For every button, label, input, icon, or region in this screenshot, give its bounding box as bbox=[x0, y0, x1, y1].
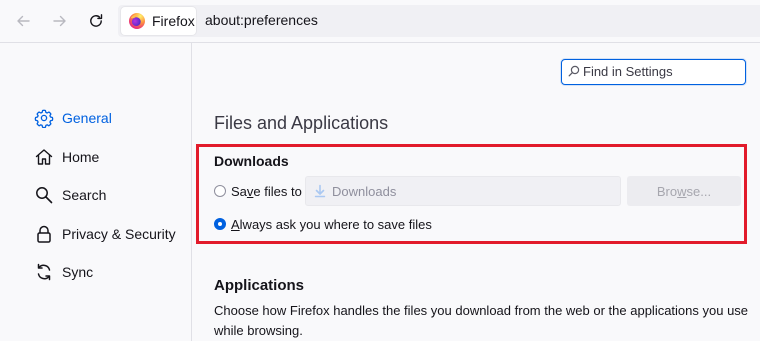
always-ask-label: Always ask you where to save files bbox=[231, 216, 432, 232]
sidebar-item-privacy[interactable]: Privacy & Security bbox=[34, 221, 184, 247]
browse-button[interactable]: Bro w se... bbox=[627, 176, 741, 206]
back-arrow-icon bbox=[17, 15, 30, 27]
sidebar-item-search[interactable]: Search bbox=[34, 182, 184, 208]
home-icon bbox=[35, 149, 53, 165]
search-icon bbox=[568, 65, 580, 77]
always-ask-radio[interactable] bbox=[214, 218, 226, 230]
firefox-logo-icon bbox=[129, 13, 145, 29]
gear-icon bbox=[34, 109, 54, 128]
preferences-page: General Home Search Privacy & Security S… bbox=[0, 43, 760, 341]
sidebar-item-label: Home bbox=[62, 149, 100, 165]
search-input[interactable] bbox=[583, 62, 739, 80]
navigation-toolbar: Firefox about:preferences bbox=[0, 0, 760, 43]
sidebar-item-label: Sync bbox=[62, 264, 94, 280]
download-folder-field[interactable]: Downloads bbox=[305, 176, 621, 206]
identity-box[interactable]: Firefox bbox=[121, 7, 196, 35]
download-arrow-icon bbox=[314, 184, 326, 198]
sidebar-item-label: General bbox=[62, 110, 112, 126]
reload-icon bbox=[90, 14, 103, 27]
url-text[interactable]: about:preferences bbox=[205, 12, 318, 28]
back-button[interactable] bbox=[11, 9, 35, 33]
sidebar-item-sync[interactable]: Sync bbox=[34, 259, 184, 285]
applications-description: Choose how Firefox handles the files you… bbox=[214, 303, 749, 338]
lock-icon bbox=[37, 225, 51, 243]
reload-button[interactable] bbox=[84, 9, 108, 33]
sync-icon bbox=[37, 263, 51, 281]
download-folder-name: Downloads bbox=[332, 183, 397, 199]
url-bar[interactable]: Firefox about:preferences bbox=[118, 5, 760, 37]
search-icon bbox=[36, 187, 53, 204]
save-files-to-radio[interactable] bbox=[214, 185, 226, 197]
forward-button[interactable] bbox=[48, 9, 72, 33]
save-files-to-label: Save files to bbox=[231, 183, 302, 199]
always-ask-option[interactable]: Always ask you where to save files bbox=[214, 215, 432, 233]
sidebar-item-label: Search bbox=[62, 187, 107, 203]
applications-heading: Applications bbox=[214, 277, 305, 294]
sidebar-item-general[interactable]: General bbox=[34, 105, 184, 131]
forward-arrow-icon bbox=[53, 15, 66, 27]
downloads-heading: Downloads bbox=[214, 153, 289, 169]
page-title: Files and Applications bbox=[214, 113, 389, 133]
find-in-settings[interactable] bbox=[561, 59, 746, 85]
sidebar-item-home[interactable]: Home bbox=[34, 144, 184, 170]
category-sidebar: General Home Search Privacy & Security S… bbox=[0, 43, 192, 341]
identity-label: Firefox bbox=[152, 13, 195, 29]
sidebar-item-label: Privacy & Security bbox=[62, 226, 176, 242]
save-files-to-option[interactable]: Save files to bbox=[214, 182, 302, 200]
